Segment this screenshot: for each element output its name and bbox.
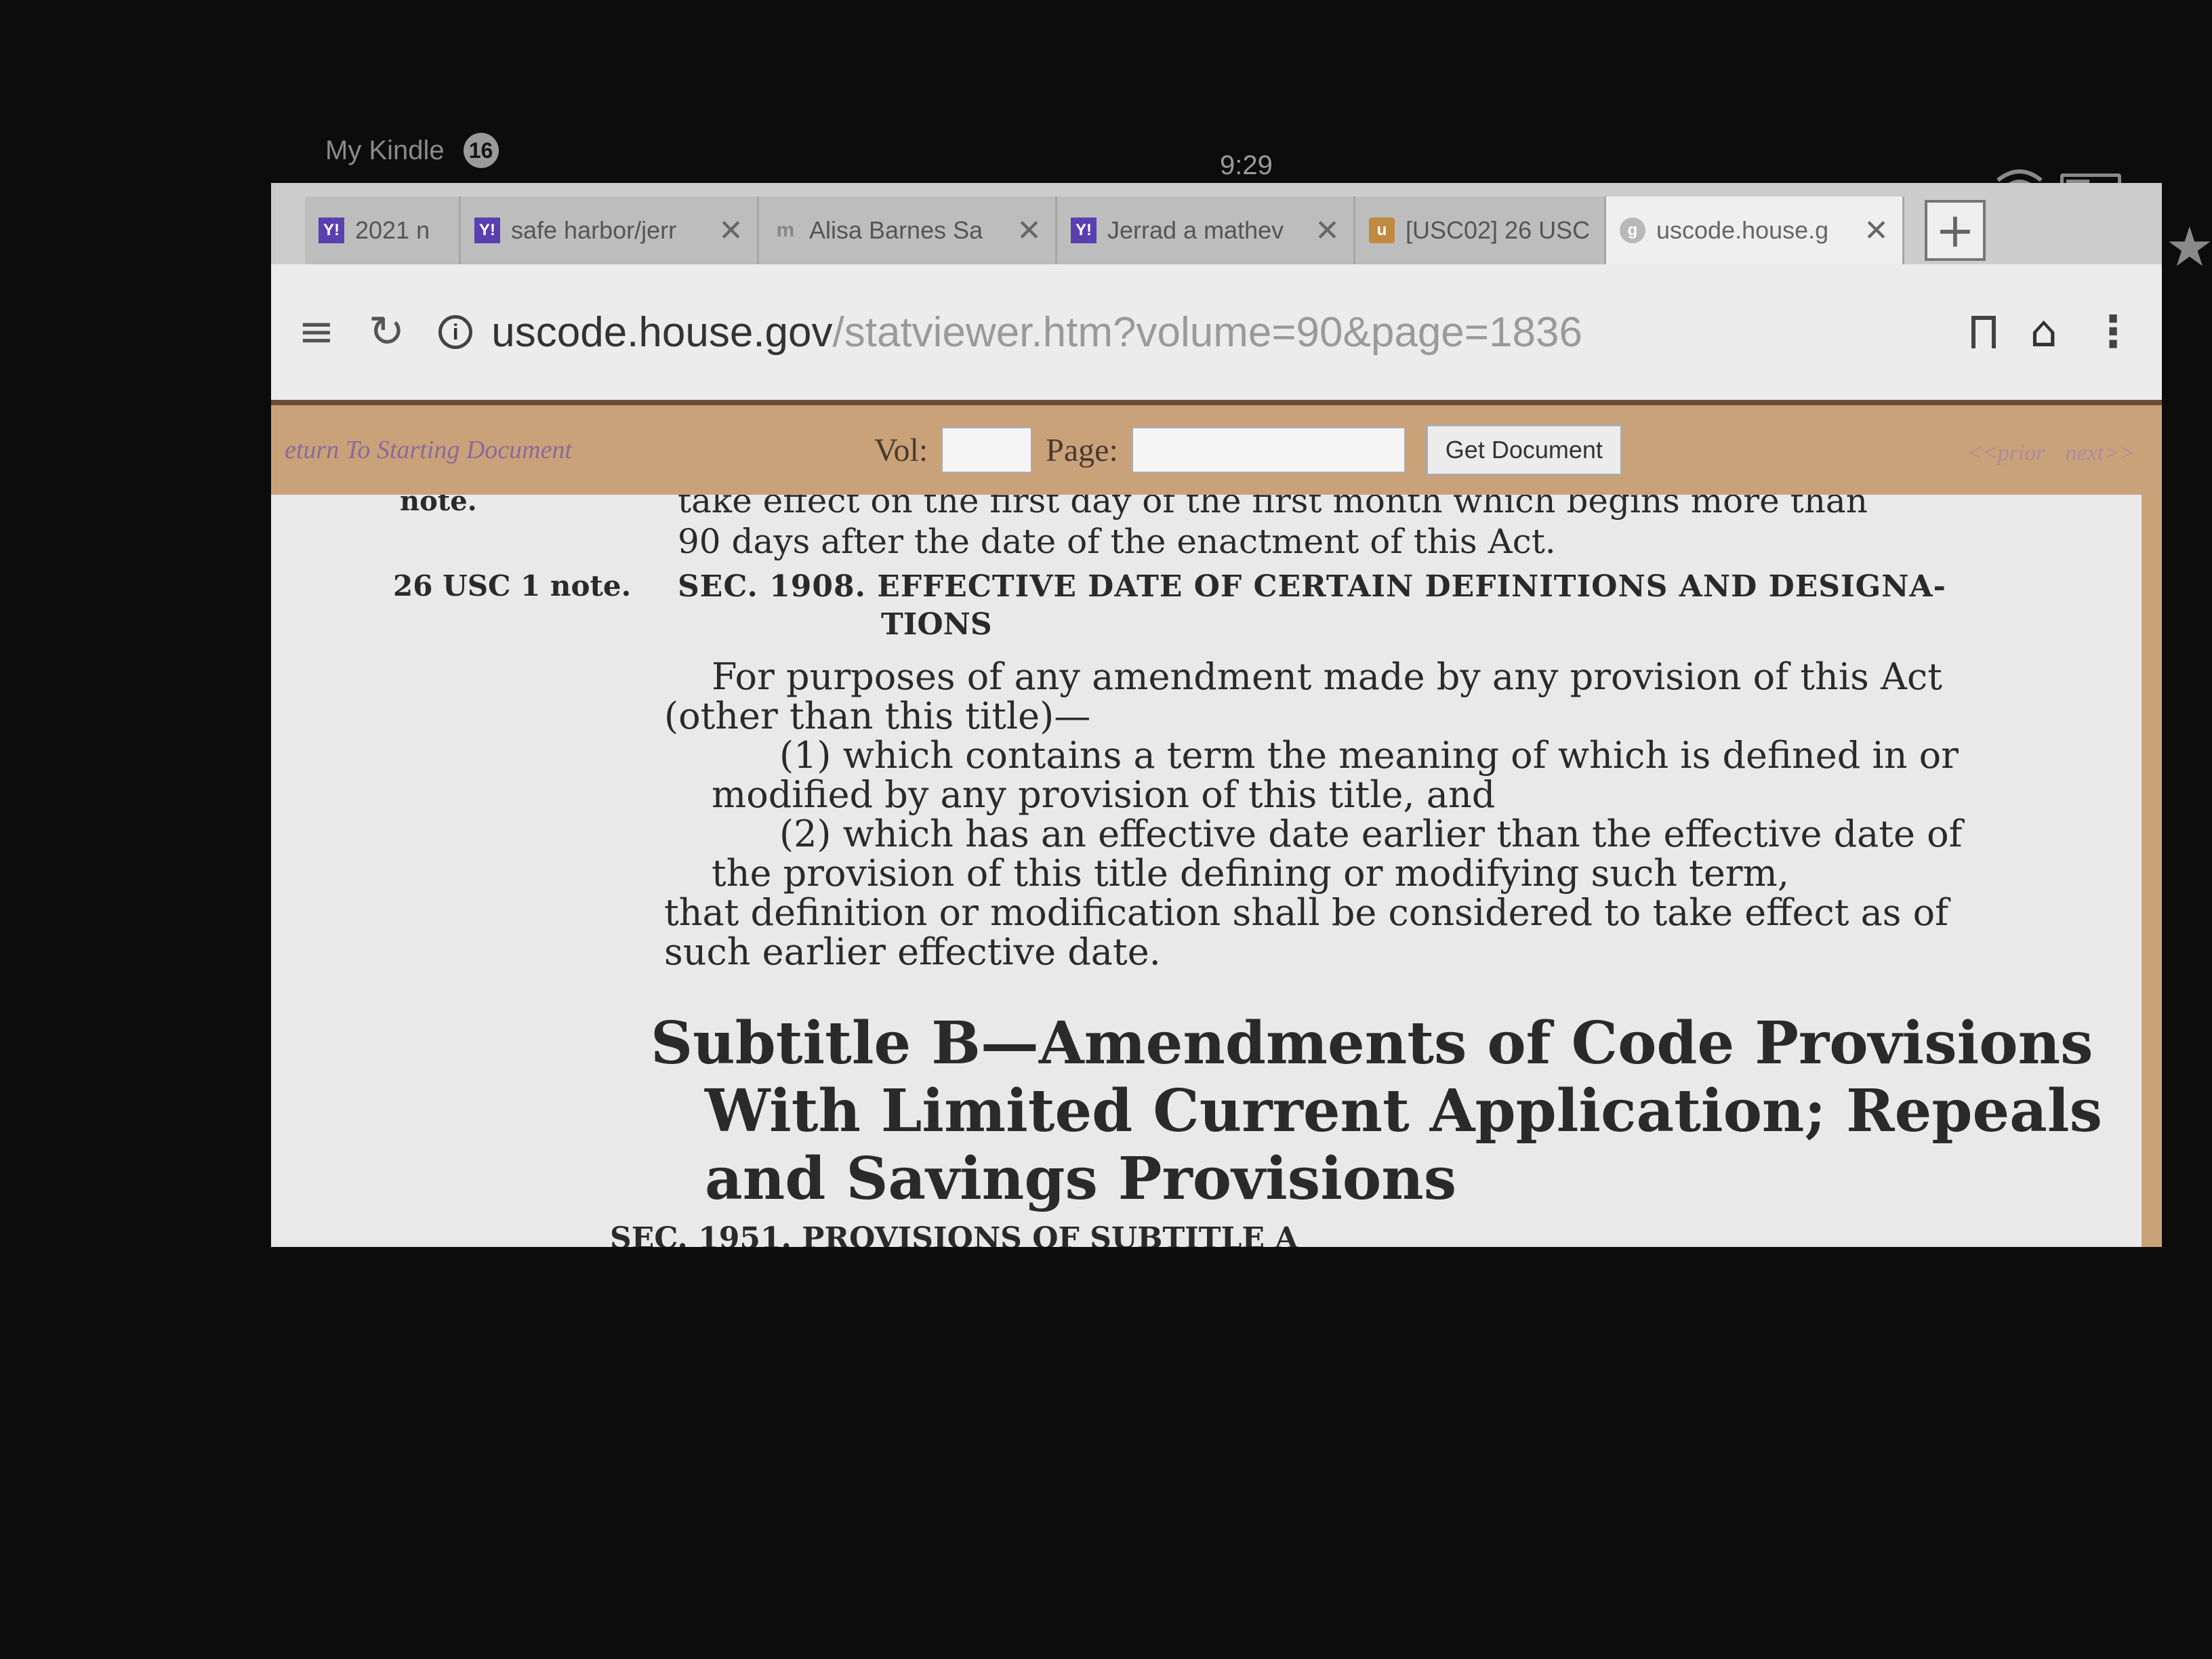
statute-page: note. take effect on the first day of th…: [271, 495, 2162, 1247]
url-host: uscode.house.gov: [491, 308, 833, 356]
browser-toolbar: ≡ ↻ i uscode.house.gov/statviewer.htm?vo…: [271, 264, 2162, 400]
paragraph-line: (other than this title)—: [664, 695, 1091, 737]
list-item-1-line: modified by any provision of this title,…: [712, 773, 1496, 816]
yahoo-icon: Y!: [319, 218, 344, 243]
subtitle-heading: Subtitle B—Amendments of Code Provisions: [651, 1009, 2093, 1078]
new-tab-button[interactable]: +: [1925, 200, 1986, 261]
tab-1[interactable]: Y! 2021 n: [305, 197, 461, 264]
browser-window: Y! 2021 n Y! safe harbor/jerr ✕ m Alisa …: [271, 183, 2162, 1247]
next-link[interactable]: next>>: [2065, 441, 2135, 466]
page-label: Page:: [1046, 432, 1118, 468]
previous-text-line-1: take effect on the first day of the firs…: [678, 495, 1868, 520]
url-path: /statviewer.htm?volume=90&page=1836: [832, 308, 1582, 356]
tab-strip: Y! 2021 n Y! safe harbor/jerr ✕ m Alisa …: [271, 183, 2162, 264]
list-item-2-line: (2) which has an effective date earlier …: [779, 813, 1963, 855]
pager: <<prior next>>: [1946, 441, 2135, 466]
mail-icon: m: [776, 219, 795, 241]
margin-note: 26 USC 1 note.: [393, 569, 632, 602]
paragraph-line: such earlier effective date.: [664, 930, 1161, 973]
my-kindle-label[interactable]: My Kindle: [325, 136, 445, 166]
list-item-2-line: the provision of this title defining or …: [712, 852, 1789, 895]
close-icon[interactable]: ✕: [1864, 213, 1889, 248]
close-icon[interactable]: ✕: [1315, 213, 1340, 248]
more-menu-icon[interactable]: ⋮: [2091, 307, 2135, 357]
prior-link[interactable]: <<prior: [1967, 441, 2045, 466]
close-icon[interactable]: ✕: [718, 213, 743, 248]
document-nav-bar: eturn To Starting Document Vol: Page: Ge…: [271, 400, 2162, 495]
paragraph-line: that definition or modification shall be…: [664, 891, 1949, 934]
status-bar-left: My Kindle 16: [325, 133, 499, 168]
previous-side-note: note.: [400, 495, 477, 517]
home-icon[interactable]: ⌂: [2030, 307, 2057, 357]
close-icon[interactable]: ✕: [1017, 213, 1042, 248]
tab-title: Alisa Barnes Sa: [809, 216, 983, 244]
tab-title: Jerrad a mathev: [1107, 216, 1284, 244]
tab-2[interactable]: Y! safe harbor/jerr ✕: [461, 197, 759, 264]
vol-input[interactable]: [941, 427, 1033, 473]
tab-title: uscode.house.g: [1656, 216, 1829, 244]
tab-title: 2021 n: [355, 216, 430, 244]
subtitle-heading: and Savings Provisions: [705, 1145, 1457, 1213]
list-item-1-line: (1) which contains a term the meaning of…: [779, 734, 1959, 777]
page-input[interactable]: [1131, 427, 1406, 473]
section-heading-continued: TIONS: [881, 607, 992, 642]
tab-3[interactable]: m Alisa Barnes Sa ✕: [759, 197, 1057, 264]
info-icon[interactable]: i: [438, 315, 473, 349]
menu-icon[interactable]: ≡: [298, 307, 335, 357]
vol-label: Vol:: [874, 432, 928, 468]
previous-text-line-2: 90 days after the date of the enactment …: [678, 522, 1556, 561]
status-clock: 9:29: [1220, 150, 1273, 180]
document-lookup-form: Vol: Page: Get Document: [874, 424, 1622, 476]
yahoo-icon: Y!: [474, 218, 500, 243]
tab-title: [USC02] 26 USC: [1406, 216, 1591, 244]
subtitle-heading: With Limited Current Application; Repeal…: [705, 1077, 2102, 1145]
address-bar[interactable]: i uscode.house.gov/statviewer.htm?volume…: [438, 291, 1938, 373]
bookmark-icon[interactable]: [1971, 316, 1996, 348]
yahoo-icon: Y!: [1071, 218, 1097, 243]
get-document-button[interactable]: Get Document: [1425, 424, 1622, 476]
tab-title: safe harbor/jerr: [511, 216, 677, 244]
tab-6-active[interactable]: g uscode.house.g ✕: [1606, 197, 1904, 264]
tab-5[interactable]: u [USC02] 26 USC: [1355, 197, 1606, 264]
reload-icon[interactable]: ↻: [369, 307, 405, 357]
uscode-icon: u: [1369, 218, 1395, 243]
star-icon[interactable]: ★: [2165, 216, 2212, 279]
next-section-heading: SEC. 1951. PROVISIONS OF SUBTITLE A: [610, 1221, 1298, 1247]
paragraph-line: For purposes of any amendment made by an…: [712, 655, 1942, 698]
tab-4[interactable]: Y! Jerrad a mathev ✕: [1057, 197, 1355, 264]
section-heading: SEC. 1908. EFFECTIVE DATE OF CERTAIN DEF…: [678, 569, 1946, 604]
notification-badge[interactable]: 16: [463, 133, 499, 168]
globe-icon: g: [1620, 218, 1645, 243]
return-to-starting-document-link[interactable]: eturn To Starting Document: [285, 435, 773, 465]
